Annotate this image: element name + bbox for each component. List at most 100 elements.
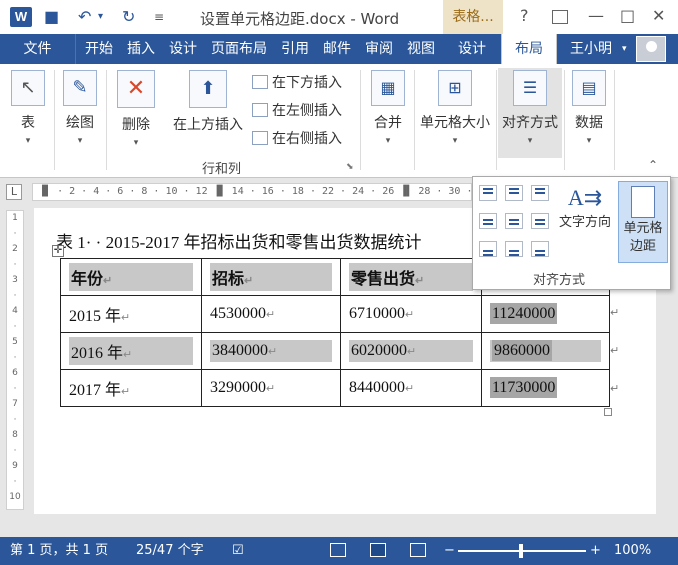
read-mode-icon[interactable]	[330, 543, 346, 557]
align-center-right-button[interactable]	[531, 213, 549, 229]
ribbon-display-icon[interactable]	[552, 10, 568, 24]
table-cell[interactable]: 9860000	[481, 332, 610, 370]
select-label: 表	[21, 115, 35, 131]
insert-below-button[interactable]: 在下方插入	[252, 72, 342, 94]
insert-above-button[interactable]: ⬆ 在上方插入	[168, 70, 248, 134]
data-button[interactable]: ▤ 数据 ▾	[568, 70, 610, 146]
align-bottom-left-button[interactable]	[479, 241, 497, 257]
align-top-right-button[interactable]	[531, 185, 549, 201]
table-cell[interactable]: 2015 年↵	[60, 295, 202, 333]
zoom-level[interactable]: 100%	[614, 542, 651, 560]
page-count[interactable]: 第 1 页，共 1 页	[10, 542, 108, 560]
cursor-icon: ↖	[11, 70, 45, 106]
table-cell[interactable]: 2017 年↵	[60, 369, 202, 407]
delete-table-icon: ✕	[117, 70, 155, 108]
zoom-slider-handle[interactable]	[519, 544, 523, 558]
align-bottom-center-button[interactable]	[505, 241, 523, 257]
table-cell[interactable]: 6020000↵	[340, 332, 482, 370]
tab-table-layout[interactable]: 布局	[501, 34, 557, 64]
save-icon[interactable]: ■	[44, 6, 59, 28]
undo-dropdown-icon[interactable]: ▾	[98, 6, 103, 28]
table-cell[interactable]: 8440000↵	[340, 369, 482, 407]
maximize-button[interactable]: □	[620, 6, 635, 26]
tab-review[interactable]: 审阅	[360, 34, 398, 64]
align-center-button[interactable]	[505, 213, 523, 229]
tab-page-layout[interactable]: 页面布局	[206, 34, 272, 64]
undo-icon[interactable]: ↶	[78, 6, 91, 28]
align-bottom-right-button[interactable]	[531, 241, 549, 257]
status-bar: 第 1 页，共 1 页 25/47 个字 ☑ − + 100%	[0, 537, 678, 565]
tab-insert[interactable]: 插入	[122, 34, 160, 64]
divider	[496, 70, 497, 170]
cell-text: 4530000	[210, 305, 266, 322]
table-cell[interactable]: 4530000↵	[201, 295, 341, 333]
window-title: 设置单元格边距.docx - Word	[200, 10, 400, 28]
help-button[interactable]: ?	[520, 6, 529, 26]
proofing-icon[interactable]: ☑	[232, 542, 244, 560]
tab-home[interactable]: 开始	[80, 34, 118, 64]
delete-label: 删除	[122, 117, 150, 133]
cell-margins-label-1: 单元格	[623, 221, 663, 236]
table-cell[interactable]: 零售出货↵	[340, 258, 482, 296]
dialog-launcher-icon[interactable]: ⬊	[346, 162, 354, 172]
table-cell[interactable]: 11730000	[481, 369, 610, 407]
ribbon: ↖ 表 ▾ ✎ 绘图 ▾ ✕ 删除 ▾ ⬆ 在上方插入 在下方插入 在左侧插入 …	[0, 64, 678, 178]
tab-references[interactable]: 引用	[276, 34, 314, 64]
collapse-ribbon-icon[interactable]: ⌃	[648, 158, 658, 172]
table-resize-handle[interactable]	[604, 408, 612, 416]
avatar[interactable]	[636, 36, 666, 62]
cell-size-button[interactable]: ⊞ 单元格大小 ▾	[416, 70, 494, 146]
horizontal-ruler[interactable]: ▐▌ · 2 · 4 · 6 · 8 · 10 · 12 ▐▌ 14 · 16 …	[32, 183, 472, 201]
align-center-left-button[interactable]	[479, 213, 497, 229]
chevron-down-icon: ▾	[77, 136, 83, 146]
table-row: 2015 年↵ 4530000↵ 6710000↵ 11240000	[60, 295, 610, 333]
insert-right-button[interactable]: 在右侧插入	[252, 128, 342, 150]
minimize-button[interactable]: —	[588, 6, 604, 26]
divider	[360, 70, 361, 170]
text-direction-button[interactable]: A⇉ 文字方向	[555, 185, 615, 230]
table-cell[interactable]: 11240000	[481, 295, 610, 333]
table-move-handle-icon[interactable]: ✛	[52, 245, 64, 257]
table-cell[interactable]: 3840000↵	[201, 332, 341, 370]
select-button[interactable]: ↖ 表 ▾	[8, 70, 48, 146]
tab-design[interactable]: 设计	[164, 34, 202, 64]
vertical-ruler[interactable]: 1 · 2 · 3 · 4 · 5 · 6 · 7 · 8 · 9 · 10	[6, 210, 24, 510]
merge-button[interactable]: ▦ 合并 ▾	[366, 70, 410, 146]
divider	[414, 70, 415, 170]
tab-table-design[interactable]: 设计	[443, 34, 501, 64]
insert-left-button[interactable]: 在左侧插入	[252, 100, 342, 122]
tab-file[interactable]: 文件	[0, 34, 76, 64]
group-label-rows-columns: 行和列	[202, 162, 242, 177]
zoom-in-icon[interactable]: +	[590, 542, 601, 560]
table-cell[interactable]: 2016 年↵	[60, 332, 202, 370]
align-top-center-button[interactable]	[505, 185, 523, 201]
delete-button[interactable]: ✕ 删除 ▾	[112, 70, 160, 148]
redo-icon[interactable]: ↻	[122, 6, 135, 28]
table-row: 2016 年↵ 3840000↵ 6020000↵ 9860000	[60, 332, 610, 370]
table-cell[interactable]: 6710000↵	[340, 295, 482, 333]
cell-text: 3290000	[210, 379, 266, 396]
print-layout-icon[interactable]	[370, 543, 386, 557]
user-dropdown-icon[interactable]: ▾	[622, 34, 627, 64]
customize-qat-icon[interactable]: ≡	[154, 6, 164, 28]
table-cell[interactable]: 年份↵	[60, 258, 202, 296]
alignment-button[interactable]: ☰ 对齐方式 ▾	[498, 68, 562, 158]
cell-text: 6710000	[349, 305, 405, 322]
header-tender: 招标	[212, 271, 245, 288]
cell-text: 2017 年	[69, 382, 122, 399]
cell-margins-button[interactable]: 单元格 边距	[618, 181, 668, 263]
word-count[interactable]: 25/47 个字	[136, 542, 204, 560]
tab-selector[interactable]: L	[6, 184, 22, 200]
table-cell[interactable]: 3290000↵	[201, 369, 341, 407]
user-name[interactable]: 王小明	[570, 34, 612, 64]
align-top-left-button[interactable]	[479, 185, 497, 201]
tab-view[interactable]: 视图	[402, 34, 440, 64]
tab-mailings[interactable]: 邮件	[318, 34, 356, 64]
table-cell[interactable]: 招标↵	[201, 258, 341, 296]
draw-button[interactable]: ✎ 绘图 ▾	[58, 70, 102, 146]
alignment-dropdown: A⇉ 文字方向 单元格 边距 对齐方式	[472, 176, 671, 290]
close-button[interactable]: ✕	[652, 6, 665, 26]
zoom-out-icon[interactable]: −	[444, 542, 455, 560]
cell-text: 3840000	[212, 342, 268, 359]
web-layout-icon[interactable]	[410, 543, 426, 557]
